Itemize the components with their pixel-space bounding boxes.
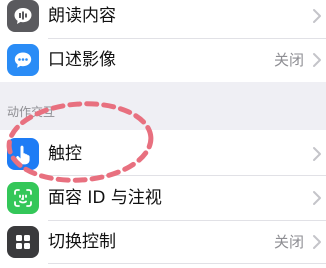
row-label: 口述影像 bbox=[48, 50, 116, 70]
settings-group-interaction: 触控 面容 ID 与注视 切换控制 关闭 bbox=[0, 130, 326, 268]
row-divider bbox=[48, 263, 326, 264]
row-audio-descriptions[interactable]: 口述影像 关闭 bbox=[0, 38, 326, 82]
chevron-right-icon bbox=[313, 147, 321, 161]
row-value: 关闭 bbox=[273, 51, 304, 69]
row-speak-content[interactable]: 朗读内容 bbox=[0, 0, 326, 38]
speech-bubble-icon bbox=[7, 0, 39, 32]
row-label: 面容 ID 与注视 bbox=[48, 188, 162, 208]
row-label: 朗读内容 bbox=[48, 6, 116, 26]
chevron-right-icon bbox=[313, 235, 321, 249]
chevron-right-icon bbox=[313, 53, 321, 67]
hand-pointer-icon bbox=[7, 138, 39, 170]
grid-squares-icon bbox=[7, 226, 39, 258]
chat-bubble-icon bbox=[7, 44, 39, 76]
chevron-right-icon bbox=[313, 9, 321, 23]
settings-group-vision: 朗读内容 口述影像 关闭 bbox=[0, 0, 326, 82]
row-value: 关闭 bbox=[273, 233, 304, 251]
row-label: 触控 bbox=[48, 144, 82, 164]
row-face-id-attention[interactable]: 面容 ID 与注视 bbox=[0, 176, 326, 220]
section-header-interaction: 动作交互 bbox=[7, 105, 56, 119]
chevron-right-icon bbox=[313, 191, 321, 205]
row-label: 切换控制 bbox=[48, 232, 116, 252]
row-switch-control[interactable]: 切换控制 关闭 bbox=[0, 220, 326, 264]
row-touch[interactable]: 触控 bbox=[0, 132, 326, 176]
face-id-icon bbox=[7, 182, 39, 214]
